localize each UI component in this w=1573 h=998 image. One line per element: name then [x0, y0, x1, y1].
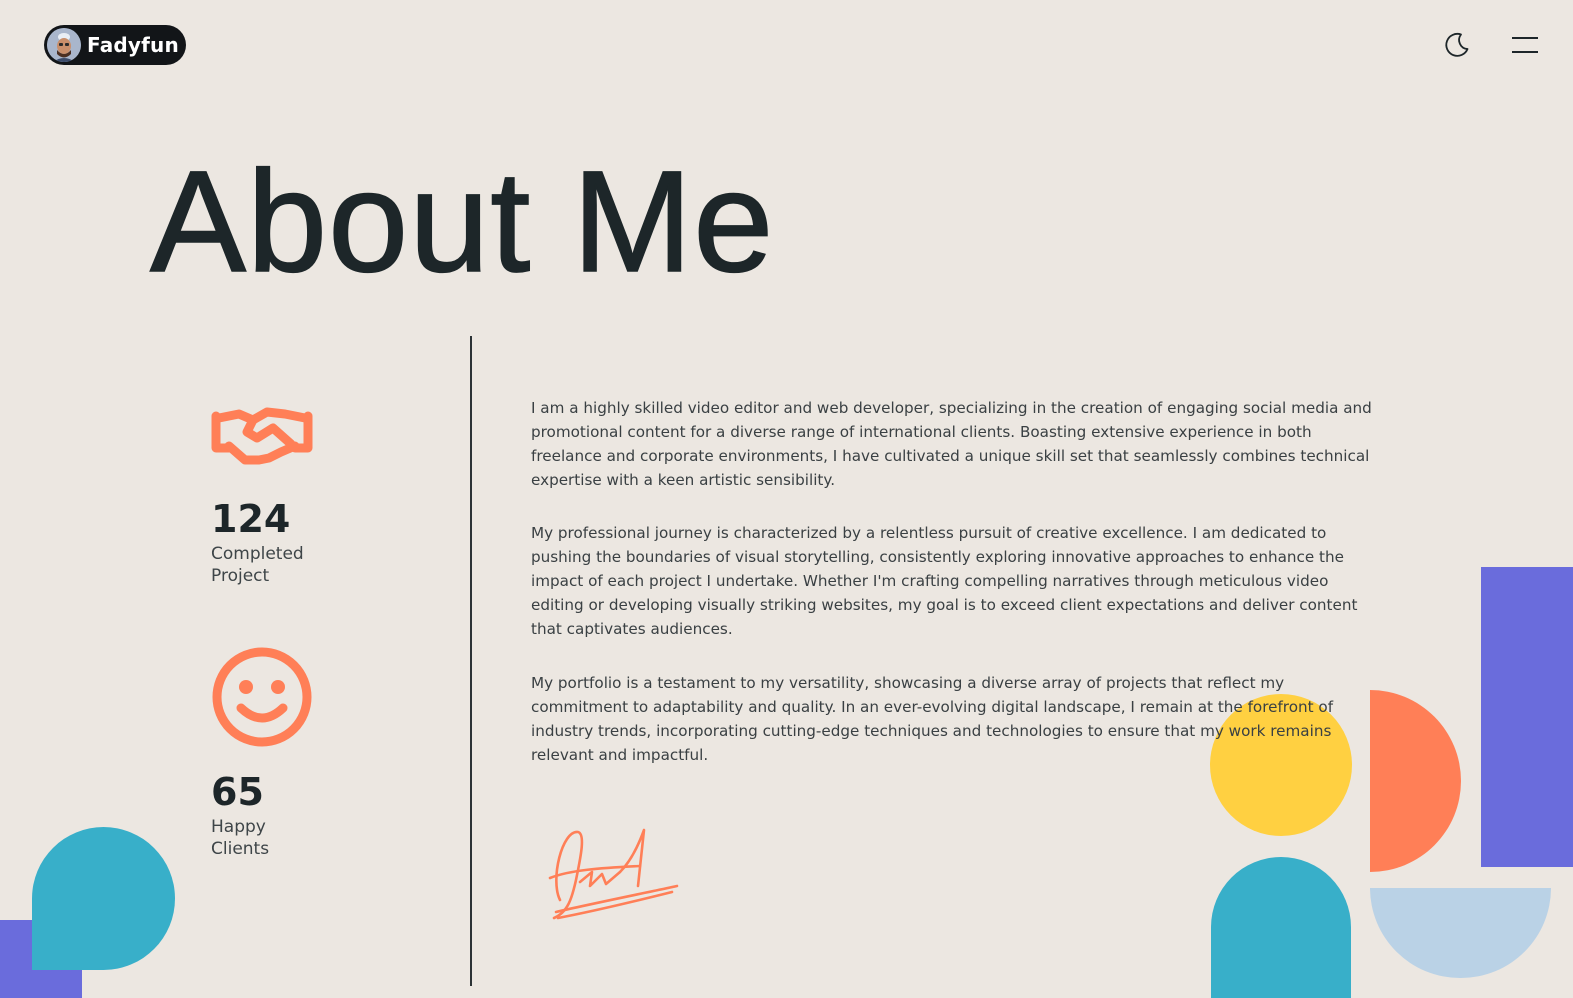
smiley-icon — [211, 646, 313, 752]
moon-icon — [1445, 33, 1469, 57]
completed-project-count: 124 — [211, 497, 291, 541]
happy-clients-label: Happy Clients — [211, 816, 351, 860]
purple-rectangle-shape — [1481, 567, 1573, 867]
about-paragraph: I am a highly skilled video editor and w… — [531, 399, 1372, 489]
stat-label-line: Completed — [211, 544, 304, 564]
handshake-icon — [211, 402, 313, 472]
signature-icon — [540, 820, 685, 929]
happy-clients-count: 65 — [211, 770, 264, 814]
stat-label-line: Happy — [211, 817, 266, 837]
about-paragraph: My professional journey is characterized… — [531, 524, 1358, 638]
stat-label-line: Project — [211, 566, 270, 586]
theme-toggle-button[interactable] — [1442, 30, 1472, 60]
completed-project-label: Completed Project — [211, 543, 351, 587]
about-paragraph: My portfolio is a testament to my versat… — [531, 674, 1334, 764]
menu-button[interactable] — [1510, 33, 1542, 57]
logo-button[interactable]: Fadyfun — [44, 25, 186, 65]
orange-half-circle-shape — [1370, 690, 1461, 872]
avatar — [47, 28, 81, 62]
stat-label-line: Clients — [211, 839, 270, 859]
teal-drop-shape — [32, 827, 175, 970]
teal-arch-shape — [1211, 857, 1351, 998]
vertical-divider — [470, 336, 472, 986]
page-title: About Me — [149, 141, 775, 302]
logo-text: Fadyfun — [87, 33, 179, 57]
light-blue-half-circle-shape — [1370, 888, 1551, 978]
